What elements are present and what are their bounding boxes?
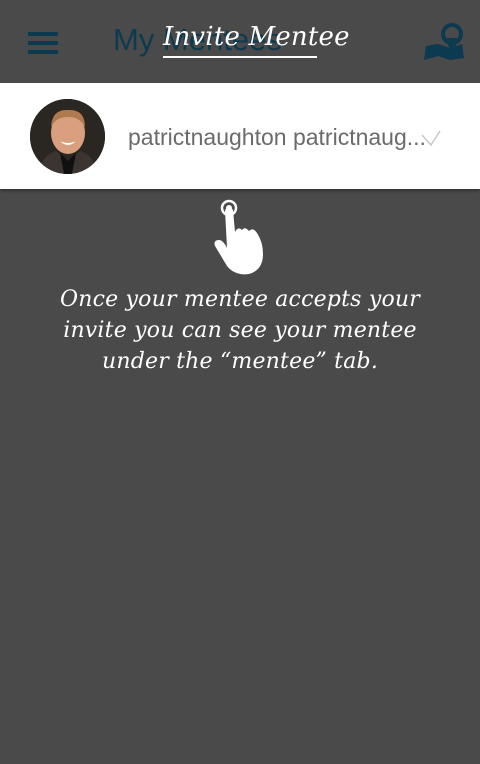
avatar (30, 99, 105, 174)
hamburger-menu-icon (28, 32, 58, 54)
mentee-list-item[interactable]: patrictnaughton patrictnaug... (0, 83, 480, 189)
pointing-hand-icon (214, 199, 263, 275)
mentee-name: patrictnaughton patrictnaug... (128, 124, 426, 150)
coachmark-message: Once your mentee accepts your invite you… (60, 287, 420, 374)
coachmark-title: Invite Mentee (163, 22, 350, 58)
menu-button[interactable] (25, 28, 61, 58)
check-icon (421, 130, 441, 147)
map-button[interactable] (422, 22, 466, 62)
map-location-icon (424, 23, 464, 60)
